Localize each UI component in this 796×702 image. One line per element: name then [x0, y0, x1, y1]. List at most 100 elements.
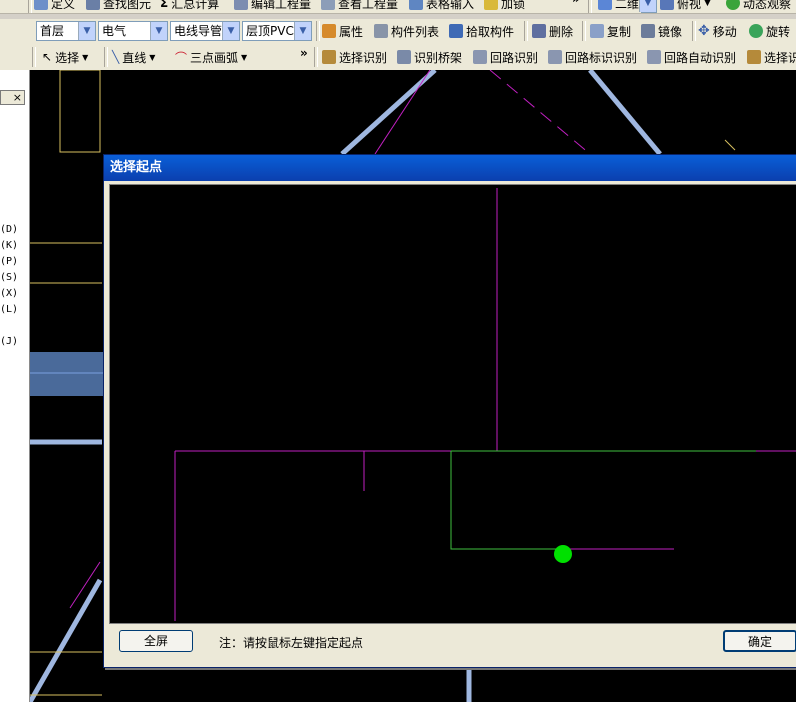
preview-drawing	[174, 188, 796, 621]
properties-icon	[322, 24, 336, 38]
copy-button[interactable]: 复制	[590, 21, 631, 41]
chevron-down-icon: ▼	[150, 22, 167, 40]
mirror-icon	[641, 24, 655, 38]
eraser-icon	[532, 24, 546, 38]
select-tool-button[interactable]: ↖ 选择 ▼	[42, 47, 88, 67]
move-button[interactable]: ✥ 移动	[698, 21, 737, 41]
summary-calc-button[interactable]: Σ 汇总计算	[160, 0, 219, 13]
circuit-auto-recognize-button[interactable]: 回路自动识别	[647, 47, 736, 67]
define-button[interactable]: 定义	[34, 0, 75, 13]
mirror-button[interactable]: 镜像	[641, 21, 682, 41]
copy-icon	[590, 24, 604, 38]
edit-quantity-icon	[234, 0, 248, 10]
chevron-down-icon: ▼	[222, 22, 239, 40]
rotate-button[interactable]: 旋转	[749, 21, 790, 41]
toolbar-separator	[314, 47, 318, 67]
draw-toolbar: ↖ 选择 ▼ ╲ 直线 ▼ ⌒ 三点画弧 ▼ » 选择识别 识别桥架 回路识别 回路标识识别…	[0, 44, 796, 71]
define-icon	[34, 0, 48, 10]
dialog-preview-canvas[interactable]	[109, 184, 796, 624]
lock-icon	[484, 0, 498, 10]
circuit-recognize-button[interactable]: 回路识别	[473, 47, 538, 67]
hotkey-label: (L)	[0, 304, 19, 315]
chevron-down-icon: ▼	[294, 22, 311, 40]
toolbar-separator	[588, 0, 592, 13]
circuit-auto-icon	[647, 50, 661, 64]
ok-button[interactable]: 确定	[723, 630, 796, 652]
chevron-down-icon: ▼	[241, 52, 248, 62]
tray-icon	[397, 50, 411, 64]
select-recognize-icon	[747, 50, 761, 64]
view-2d-button[interactable]: 二维	[598, 0, 639, 13]
dialog-footer: 全屏 注：请按鼠标左键指定起点 确定	[109, 626, 796, 664]
circuit-label-recognize-button[interactable]: 回路标识识别	[548, 47, 637, 67]
component-list-button[interactable]: 构件列表	[374, 21, 439, 41]
preview-green-circuit	[450, 451, 674, 550]
circuit-label-icon	[548, 50, 562, 64]
hotkey-label: (P)	[0, 256, 19, 267]
toolbar-separator	[524, 21, 528, 41]
recognize-tray-button[interactable]: 识别桥架	[397, 47, 462, 67]
toolbar-separator	[28, 0, 32, 13]
move-icon: ✥	[698, 23, 710, 39]
hotkey-label: (S)	[0, 272, 19, 283]
delete-button[interactable]: 删除	[532, 21, 573, 41]
table-icon	[409, 0, 423, 10]
circuit-icon	[473, 50, 487, 64]
panel-close-button[interactable]: ×	[0, 90, 25, 105]
toolbar-separator	[692, 21, 696, 41]
hotkey-label: (K)	[0, 240, 19, 251]
top-view-icon	[660, 0, 674, 10]
toolbar-overflow[interactable]: »	[300, 46, 308, 60]
hotkey-label: (X)	[0, 288, 19, 299]
component-type-select[interactable]: 电线导管 ▼	[170, 21, 240, 41]
discipline-select[interactable]: 电气 ▼	[98, 21, 168, 41]
left-side-panel: × (D) (K) (P) (S) (X) (L) (J)	[0, 70, 30, 702]
close-icon: ×	[12, 91, 22, 104]
hotkey-label: (J)	[0, 336, 19, 347]
view-quantity-button[interactable]: 查看工程量	[321, 0, 398, 13]
select-recognize-2-button[interactable]: 选择识	[747, 47, 796, 67]
pick-component-button[interactable]: 拾取构件	[449, 21, 514, 41]
select-start-point-dialog: 选择起点 全屏 注：请按鼠标左键指定起点 确定	[103, 154, 796, 668]
chevron-down-icon: ▼	[639, 0, 656, 12]
floor-select[interactable]: 首层 ▼	[36, 21, 96, 41]
fullscreen-button[interactable]: 全屏	[119, 630, 193, 652]
select-recognize-button[interactable]: 选择识别	[322, 47, 387, 67]
chevron-down-icon: ▼	[82, 52, 89, 62]
chevron-down-icon: ▼	[704, 0, 711, 8]
arc-tool-button[interactable]: ⌒ 三点画弧 ▼	[175, 47, 247, 67]
cursor-icon: ↖	[42, 50, 53, 64]
rotate-icon	[749, 24, 763, 38]
lock-button[interactable]: 加锁	[484, 0, 525, 13]
arc-icon: ⌒	[175, 50, 188, 65]
component-select[interactable]: 层顶PVC3 ▼	[242, 21, 312, 41]
top-view-button[interactable]: 俯视 ▼	[660, 0, 711, 13]
cad-wall	[588, 70, 662, 156]
toolbar-separator	[32, 47, 36, 67]
select-recognize-icon	[322, 50, 336, 64]
toolbar-overflow[interactable]: »	[572, 0, 580, 6]
selected-region	[30, 352, 104, 396]
edit-quantity-button[interactable]: 编辑工程量	[234, 0, 311, 13]
dynamic-observe-button[interactable]: 动态观察	[726, 0, 791, 13]
properties-button[interactable]: 属性	[322, 21, 363, 41]
start-point-marker[interactable]	[554, 545, 572, 563]
line-tool-button[interactable]: ╲ 直线 ▼	[112, 47, 155, 67]
hotkey-label: (D)	[0, 224, 19, 235]
view-mode-dropdown[interactable]: ▼	[639, 0, 657, 13]
cad-line	[724, 139, 736, 151]
sigma-icon: Σ	[160, 0, 169, 10]
dialog-title[interactable]: 选择起点	[104, 155, 796, 181]
view-quantity-icon	[321, 0, 335, 10]
toolbar-separator	[316, 21, 320, 41]
instruction-note: 注：请按鼠标左键指定起点	[219, 636, 364, 650]
find-element-button[interactable]: 查找图元	[86, 0, 151, 13]
toolbar-separator	[104, 47, 108, 67]
cad-rectangle	[59, 70, 101, 153]
toolbar-separator	[582, 21, 586, 41]
cad-wire	[489, 70, 591, 155]
table-input-button[interactable]: 表格输入	[409, 0, 474, 13]
chevron-down-icon: ▼	[78, 22, 95, 40]
cad-wire	[374, 70, 431, 155]
find-icon	[86, 0, 100, 10]
